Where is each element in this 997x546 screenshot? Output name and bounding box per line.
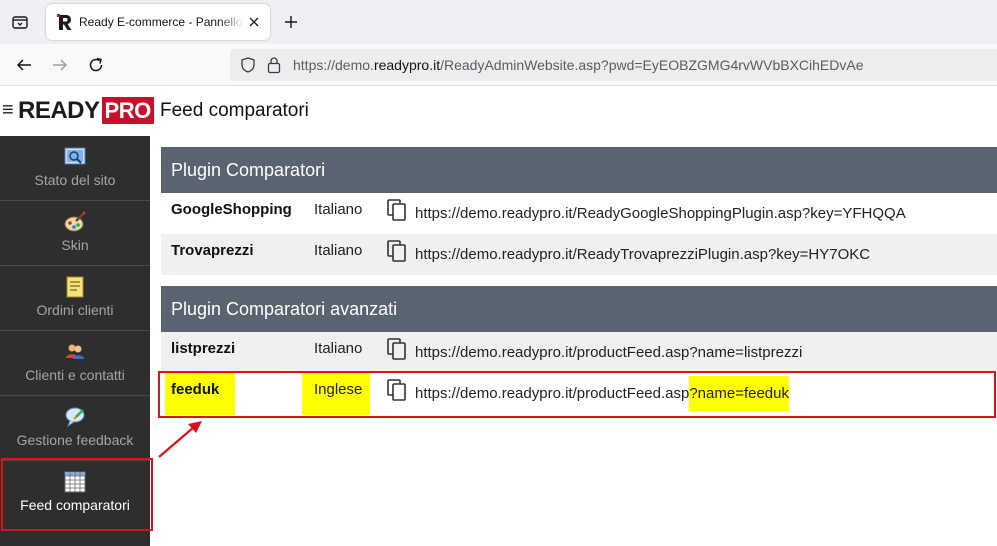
annotation-box-feeduk: [158, 371, 996, 418]
plugin-language: Italiano: [314, 242, 363, 259]
browser-nav-bar: https://demo.readypro.it/ReadyAdminWebsi…: [0, 44, 997, 86]
annotation-arrow: [158, 421, 202, 458]
reload-icon[interactable]: [84, 53, 108, 77]
url-text: https://demo.readypro.it/ReadyAdminWebsi…: [293, 57, 864, 73]
app-header: ≡ READY PRO Feed comparatori: [0, 86, 997, 136]
plugin-name: GoogleShopping: [171, 201, 292, 218]
feed-url[interactable]: https://demo.readypro.it/ReadyTrovaprezz…: [415, 246, 870, 263]
section-title: Plugin Comparatori avanzati: [171, 299, 398, 319]
sidebar-item-skin[interactable]: Skin: [0, 201, 150, 266]
sidebar-item-label: Clienti e contatti: [25, 367, 125, 383]
page-title: Feed comparatori: [160, 100, 309, 121]
shield-icon[interactable]: [240, 57, 256, 78]
sidebar-item-ordini-clienti[interactable]: Ordini clienti: [0, 266, 150, 331]
section-title: Plugin Comparatori: [171, 160, 326, 180]
palette-icon: [64, 211, 86, 233]
plugin-language: Italiano: [314, 340, 363, 357]
browser-tab[interactable]: Ready E-commerce - Pannello di controllo: [46, 4, 270, 40]
readypro-favicon-icon: [56, 13, 74, 31]
table-row: Trovaprezzi Italiano https://demo.readyp…: [161, 234, 997, 275]
tab-list-icon[interactable]: [8, 10, 32, 34]
plugin-name: Trovaprezzi: [171, 242, 254, 259]
sidebar-item-label: Skin: [61, 237, 89, 253]
section-header-plugin-comparatori: Plugin Comparatori: [161, 147, 997, 193]
annotation-box-sidebar: [1, 458, 153, 531]
copy-icon[interactable]: [387, 199, 407, 221]
new-tab-icon[interactable]: [280, 11, 302, 33]
forward-arrow-icon[interactable]: [48, 53, 72, 77]
sidebar-item-clienti-e-contatti[interactable]: Clienti e contatti: [0, 331, 150, 396]
close-tab-icon[interactable]: [246, 14, 262, 30]
feedback-icon: [64, 406, 86, 428]
sidebar-item-label: Ordini clienti: [36, 302, 114, 318]
browser-tab-bar: Ready E-commerce - Pannello di controllo: [0, 0, 997, 44]
back-arrow-icon[interactable]: [12, 53, 36, 77]
table-row: listprezzi Italiano https://demo.readypr…: [161, 332, 997, 373]
site-status-icon: [64, 146, 86, 168]
feed-url[interactable]: https://demo.readypro.it/productFeed.asp…: [415, 344, 802, 361]
copy-icon[interactable]: [387, 240, 407, 262]
contacts-icon: [64, 341, 86, 363]
copy-icon[interactable]: [387, 338, 407, 360]
sidebar-item-gestione-feedback[interactable]: Gestione feedback: [0, 396, 150, 461]
lock-icon[interactable]: [266, 56, 282, 79]
sidebar-item-stato-del-sito[interactable]: Stato del sito: [0, 136, 150, 201]
plugin-name: feeduk: [171, 381, 220, 398]
plugin-name: listprezzi: [171, 340, 236, 357]
sidebar-item-label: Gestione feedback: [16, 432, 134, 448]
section-header-plugin-comparatori-avanzati: Plugin Comparatori avanzati: [161, 286, 997, 332]
table-row: GoogleShopping Italiano https://demo.rea…: [161, 193, 997, 234]
url-bar[interactable]: https://demo.readypro.it/ReadyAdminWebsi…: [230, 49, 997, 81]
readypro-logo: READY PRO: [18, 97, 154, 124]
plugin-language: Inglese: [314, 381, 363, 398]
sidebar-item-label: Stato del sito: [34, 172, 116, 188]
orders-icon: [64, 276, 86, 298]
hamburger-menu-icon[interactable]: ≡: [2, 100, 14, 120]
feed-url[interactable]: https://demo.readypro.it/ReadyGoogleShop…: [415, 205, 906, 222]
tab-title: Ready E-commerce - Pannello di controllo: [79, 15, 244, 29]
plugin-language: Italiano: [314, 201, 363, 218]
